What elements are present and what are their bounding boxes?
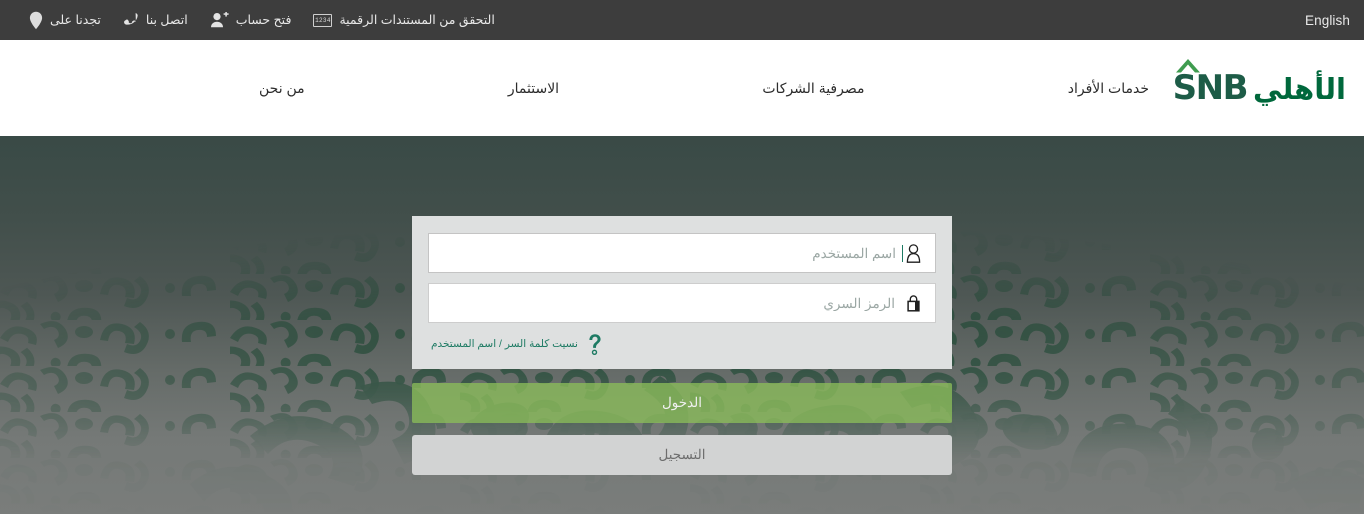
language-switch-english[interactable]: English <box>1305 13 1350 28</box>
snb-logo-latin-text: SNB <box>1172 68 1249 108</box>
nav-link-corporate-banking[interactable]: مصرفية الشركات <box>762 80 864 97</box>
top-utility-bar: English التحقق من المستندات الرقمية 1234… <box>0 0 1364 40</box>
location-pin-icon <box>29 11 43 30</box>
page-root: English التحقق من المستندات الرقمية 1234… <box>0 0 1364 514</box>
login-button[interactable]: الدخول <box>412 383 952 423</box>
forgot-credentials-row: نسيت كلمة السر / اسم المستخدم <box>428 333 936 355</box>
text-cursor <box>902 244 903 262</box>
topbar-item-open-account-label: فتح حساب <box>235 12 292 27</box>
hero-section: نسيت كلمة السر / اسم المستخدم الدخول الت… <box>0 136 1364 514</box>
forgot-password-link[interactable]: نسيت كلمة السر / اسم المستخدم <box>431 338 578 350</box>
digits-card-icon: 1234 <box>313 13 333 27</box>
snb-logo-latin-wrap: SNB <box>1172 59 1249 108</box>
nav-links: خدمات الأفراد مصرفية الشركات الاستثمار م… <box>219 80 1149 97</box>
topbar-item-contact-us-label: اتصل بنا <box>145 12 188 27</box>
username-input[interactable] <box>437 245 902 261</box>
topbar-item-find-us[interactable]: تجدنا على <box>18 11 112 30</box>
nav-link-personal-services[interactable]: خدمات الأفراد <box>1068 80 1149 97</box>
phone-icon <box>123 12 139 29</box>
username-field-row[interactable] <box>428 233 936 273</box>
topbar-links: التحقق من المستندات الرقمية 1234 فتح حسا… <box>18 11 506 30</box>
digits-card-icon-text: 1234 <box>313 13 333 27</box>
topbar-item-open-account[interactable]: فتح حساب <box>199 12 303 28</box>
login-panel: نسيت كلمة السر / اسم المستخدم الدخول الت… <box>412 216 952 475</box>
question-mark-icon <box>586 333 603 355</box>
snb-logo[interactable]: الأهلي SNB <box>1172 59 1347 108</box>
main-navigation-bar: الأهلي SNB خدمات الأفراد مصرفية الشركات … <box>0 40 1364 136</box>
password-input[interactable] <box>437 295 901 311</box>
snb-logo-chevron-icon <box>1175 58 1201 73</box>
nav-link-investment[interactable]: الاستثمار <box>508 80 559 97</box>
lock-icon <box>901 294 925 312</box>
topbar-item-verify-documents[interactable]: التحقق من المستندات الرقمية 1234 <box>302 12 505 27</box>
user-icon <box>901 243 925 263</box>
register-button[interactable]: التسجيل <box>412 435 952 475</box>
snb-logo-arabic-text: الأهلي <box>1252 74 1347 106</box>
add-user-icon <box>210 12 229 28</box>
topbar-item-find-us-label: تجدنا على <box>50 12 101 27</box>
nav-link-about-us[interactable]: من نحن <box>259 80 305 97</box>
login-card: نسيت كلمة السر / اسم المستخدم <box>412 216 952 369</box>
topbar-item-contact-us[interactable]: اتصل بنا <box>112 12 199 29</box>
password-field-row[interactable] <box>428 283 936 323</box>
topbar-item-verify-documents-label: التحقق من المستندات الرقمية <box>339 12 495 27</box>
